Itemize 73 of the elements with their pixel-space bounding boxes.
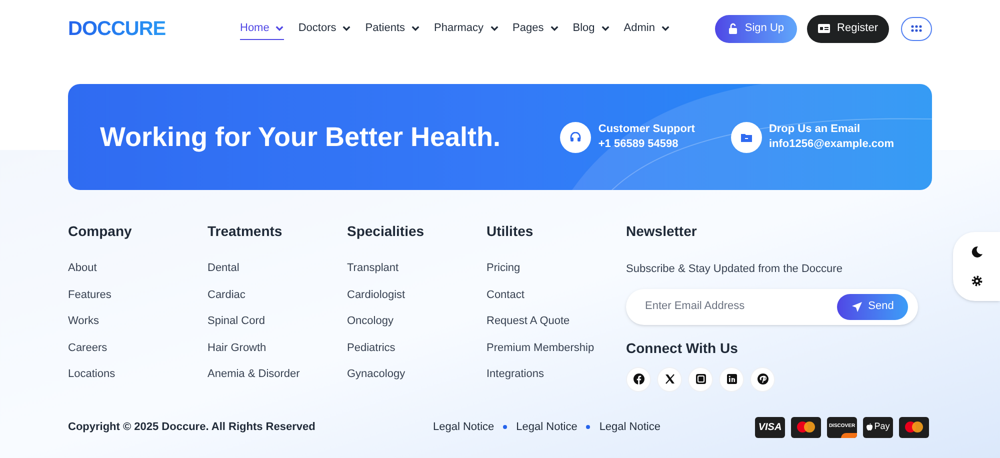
footer-link[interactable]: Careers xyxy=(68,340,208,354)
footer-link[interactable]: Locations xyxy=(68,367,208,381)
pinterest-icon xyxy=(756,373,768,385)
nav-link[interactable]: Home xyxy=(240,17,284,40)
footer-link[interactable]: Cardiologist xyxy=(347,288,486,302)
chevron-icon xyxy=(550,24,559,33)
facebook-icon xyxy=(632,373,644,385)
chevron-icon xyxy=(600,24,610,33)
footer-link[interactable]: Hair Growth xyxy=(208,340,347,354)
footer-link[interactable]: Request A Quote xyxy=(486,314,626,328)
email-field[interactable]: Enter Email Address Send xyxy=(626,288,918,324)
chevron-icon xyxy=(490,24,499,33)
footer-link[interactable]: Spinal Cord xyxy=(208,314,347,328)
legal-link[interactable]: Legal Notice xyxy=(599,418,660,436)
contact-label: Drop Us an Email xyxy=(768,122,862,137)
footer-link[interactable]: Integrations xyxy=(486,367,626,381)
send-icon xyxy=(851,300,864,312)
banner-title: Working for Your Better Health. xyxy=(100,120,501,154)
newsletter-text: Subscribe & Stay Updated from the Doccure xyxy=(626,262,844,277)
send-button[interactable]: Send xyxy=(837,294,908,320)
column-heading: Specialities xyxy=(347,223,426,239)
id-card-icon xyxy=(818,24,830,33)
column-heading: Treatments xyxy=(208,223,284,239)
nav-link[interactable]: Blog xyxy=(572,17,610,40)
footer-link[interactable]: Premium Membership xyxy=(486,340,626,354)
column-heading: Utilites xyxy=(486,223,534,239)
x-icon xyxy=(664,373,676,385)
chevron-icon xyxy=(660,24,670,33)
contact-value: +1 56589 54598 xyxy=(598,137,680,152)
grid-icon xyxy=(911,25,922,32)
headset-icon xyxy=(560,122,592,152)
legal-link[interactable]: Legal Notice xyxy=(516,418,578,436)
footer-link[interactable]: About xyxy=(68,261,208,275)
nav-link[interactable]: Patients xyxy=(365,17,420,40)
camera-icon xyxy=(694,373,706,385)
footer-link[interactable]: Dental xyxy=(208,261,347,275)
footer-link[interactable]: Gynacology xyxy=(347,367,486,381)
footer-link[interactable]: Pediatrics xyxy=(347,340,486,354)
footer-link[interactable]: Features xyxy=(68,288,208,302)
nav-link[interactable]: Pages xyxy=(512,17,559,40)
mastercard-icon xyxy=(791,416,821,438)
footer-link[interactable]: Pricing xyxy=(486,261,626,275)
footer-link[interactable]: Transplant xyxy=(347,261,486,275)
chevron-icon xyxy=(275,24,284,33)
lock-icon xyxy=(728,23,738,34)
nav-link[interactable]: Pharmacy xyxy=(434,17,499,40)
footer-link[interactable]: Works xyxy=(68,314,208,328)
moon-icon[interactable] xyxy=(970,246,982,258)
copyright-text: Copyright © 2025 Doccure. All Rights Reserved xyxy=(68,420,316,435)
visa-card: VISA xyxy=(755,416,785,438)
footer-link[interactable]: Contact xyxy=(486,288,626,302)
column-heading: Newsletter xyxy=(626,223,698,239)
sign-up-button[interactable]: Sign Up xyxy=(714,14,798,42)
apple-icon xyxy=(866,423,874,431)
linkedin-icon xyxy=(726,373,738,385)
contact-label: Customer Support xyxy=(598,122,695,137)
footer-link[interactable]: Cardiac xyxy=(208,288,347,302)
chevron-icon xyxy=(342,24,352,33)
mastercard-icon xyxy=(899,416,929,438)
footer-link[interactable]: Anemia & Disorder xyxy=(208,367,347,381)
nav-link[interactable]: Admin xyxy=(624,17,670,40)
settings-icon[interactable] xyxy=(970,275,982,287)
legal-link[interactable]: Legal Notice xyxy=(433,418,494,436)
column-heading: Company xyxy=(68,223,133,239)
section-heading: Connect With Us xyxy=(626,338,739,358)
footer-link[interactable]: Oncology xyxy=(347,314,486,328)
register-button[interactable]: Register xyxy=(807,14,889,42)
contact-value: info1256@example.com xyxy=(768,137,894,152)
folder-icon xyxy=(730,122,762,152)
applepay-card: Pay xyxy=(863,416,893,438)
nav-link[interactable]: Doctors xyxy=(298,17,352,40)
apps-button[interactable] xyxy=(901,16,932,40)
chevron-icon xyxy=(411,24,420,33)
